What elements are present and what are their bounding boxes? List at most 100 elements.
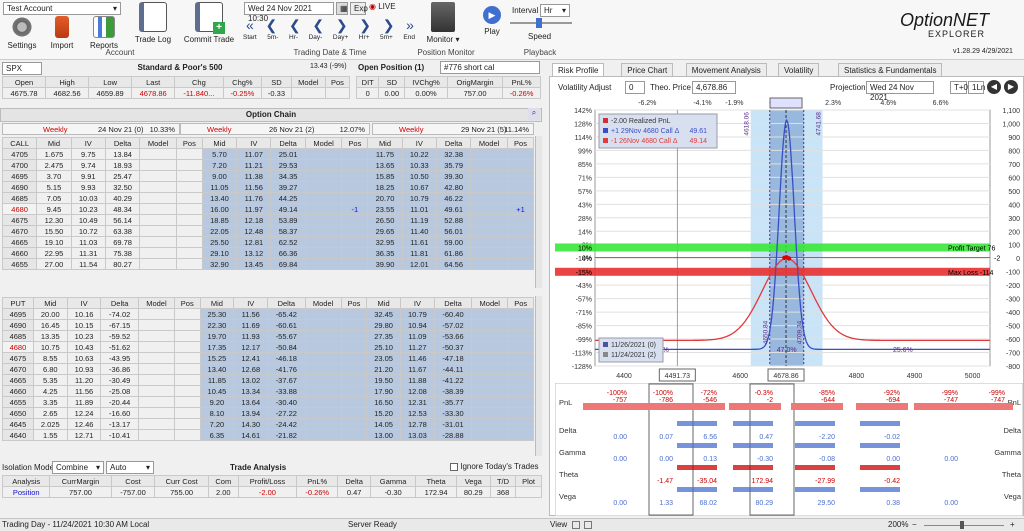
- chain-cell: 25.30: [199, 308, 235, 320]
- next-arrow-icon[interactable]: ▶: [1004, 80, 1018, 94]
- chain-row[interactable]: 4670 15.50 10.72 63.38 22.05 12.48 58.37 29.65 1…: [1, 225, 535, 237]
- chain-row[interactable]: 4680 9.45 10.23 48.34 16.00 11.97 49.14 -1 23.55…: [1, 203, 535, 215]
- tab-volatility[interactable]: Volatility: [778, 63, 820, 77]
- ignore-trades-checkbox[interactable]: Ignore Today's Trades: [450, 462, 539, 471]
- search-icon[interactable]: ⌕: [528, 108, 540, 120]
- greek-value: 0.00: [613, 434, 627, 441]
- greek-value: -1.47: [657, 478, 673, 485]
- chain-cell: 15.20: [366, 407, 401, 419]
- chain-row[interactable]: 4705 1.675 9.75 13.84 5.70 11.07 25.01 11.75 10.…: [1, 148, 535, 160]
- calendar-icon[interactable]: ▦: [336, 2, 348, 15]
- speed-slider-thumb[interactable]: [536, 18, 542, 28]
- greek-value: -0.30: [757, 456, 773, 463]
- chain-cell: [340, 429, 368, 441]
- symbol-field[interactable]: SPX: [2, 62, 42, 75]
- tab-risk-profile[interactable]: Risk Profile: [552, 63, 605, 77]
- exp-button[interactable]: Exp: [350, 2, 368, 15]
- prev-arrow-icon[interactable]: ◀: [987, 80, 1001, 94]
- left-axis-label: -85%: [576, 324, 592, 331]
- tah-cell: Analysis: [1, 475, 51, 487]
- expiry-header[interactable]: Weekly 29 Nov 21 (5) 11.14%: [372, 123, 534, 135]
- chain-row[interactable]: 4655 27.00 11.54 80.27 32.90 13.45 69.84 39.90 1…: [1, 258, 535, 270]
- chain-row[interactable]: 4660 22.95 11.31 75.38 29.10 13.12 66.36 36.35 1…: [1, 247, 535, 259]
- tab-price-chart[interactable]: Price Chart: [621, 63, 674, 77]
- chain-row[interactable]: 4700 2.475 9.74 18.93 7.20 11.21 29.53 13.65 10.…: [1, 159, 535, 171]
- legend-swatch: [603, 128, 608, 133]
- tab-statistics-fundamentals[interactable]: Statistics & Fundamentals: [838, 63, 943, 77]
- chain-row[interactable]: 4675 12.30 10.49 56.14 18.85 12.18 53.89 26.50 1…: [1, 214, 535, 226]
- chain-row[interactable]: 4685 13.35 10.23 -59.52 19.70 11.93 -55.67 27.3…: [2, 330, 534, 342]
- projection-date[interactable]: Wed 24 Nov 2021: [866, 81, 934, 102]
- view-icon-2[interactable]: [584, 521, 592, 529]
- chain-row[interactable]: 4665 19.10 11.03 69.78 25.50 12.81 62.52 32.95 1…: [1, 236, 535, 248]
- greek-value: 80.29: [755, 500, 773, 507]
- interval-select[interactable]: Hr ▾: [540, 4, 570, 17]
- vol-adjust-input[interactable]: 0: [625, 81, 645, 94]
- commit-trade-button[interactable]: + Commit Trade: [182, 2, 236, 44]
- risk-profile-chart[interactable]: 142%128%114%99%85%71%57%43%28%14%0%-14%-…: [555, 96, 1023, 384]
- zoom-slider-thumb[interactable]: [960, 521, 964, 529]
- chain-cell: 32.50: [104, 181, 141, 193]
- chain-col-header: PUT: [2, 297, 34, 309]
- play-button[interactable]: ▶ Play: [480, 6, 504, 36]
- chain-cell: -33.30: [433, 407, 473, 419]
- t0-button[interactable]: T+0: [950, 81, 968, 94]
- expiry-header[interactable]: Weekly 26 Nov 21 (2) 12.07%: [180, 123, 370, 135]
- zoom-slider[interactable]: [924, 525, 1004, 526]
- trade-log-button[interactable]: Trade Log: [133, 2, 173, 44]
- call-scrollbar[interactable]: [535, 136, 542, 288]
- chain-row[interactable]: 4680 10.75 10.43 -51.62 17.35 12.17 -50.84 25.1…: [2, 341, 534, 353]
- chain-row[interactable]: 4660 4.25 11.56 -25.08 10.45 13.34 -33.88 17.90…: [2, 385, 534, 397]
- date-field[interactable]: Wed 24 Nov 2021 10:30: [244, 2, 334, 23]
- chain-row[interactable]: 4645 2.025 12.46 -13.17 7.20 14.30 -24.42 14.05…: [2, 418, 534, 430]
- tab-movement-analysis[interactable]: Movement Analysis: [685, 63, 767, 77]
- chain-row[interactable]: 4685 7.05 10.03 40.29 13.40 11.76 44.25 20.70 10…: [1, 192, 535, 204]
- chain-row[interactable]: 4690 16.45 10.15 -67.15 22.30 11.69 -60.61 29.8…: [2, 319, 534, 331]
- chain-row[interactable]: 4650 2.65 12.24 -16.60 8.10 13.94 -27.22 15.20 1…: [2, 407, 534, 419]
- account-select[interactable]: Test Account ▾: [3, 2, 121, 15]
- chain-cell: [341, 170, 369, 182]
- chain-col-header: Delta: [435, 137, 472, 149]
- auto-select[interactable]: Auto ▾: [106, 461, 154, 474]
- import-button[interactable]: Import: [46, 16, 78, 50]
- chain-cell: 18.85: [201, 214, 238, 226]
- put-scrollbar[interactable]: [535, 296, 542, 456]
- chain-row[interactable]: 4670 6.80 10.93 -36.86 13.40 12.68 -41.76 21.20…: [2, 363, 534, 375]
- 1ln-button[interactable]: 1Ln: [968, 81, 985, 94]
- chain-row[interactable]: 4665 5.35 11.20 -30.49 11.85 13.02 -37.67 19.50…: [2, 374, 534, 386]
- chevron-down-icon: ▾: [112, 4, 117, 13]
- isolation-mode-select[interactable]: Combine ▾: [52, 461, 104, 474]
- chain-cell: [174, 352, 201, 364]
- chain-cell: [137, 319, 176, 331]
- greek-label-left: Vega: [559, 492, 577, 501]
- theo-price-input[interactable]: 4,678.86: [692, 81, 736, 94]
- view-icon-1[interactable]: [572, 521, 580, 529]
- reports-button[interactable]: Reports: [86, 16, 122, 50]
- position-monitor-label: Position Monitor: [417, 48, 475, 57]
- zoom-in-icon[interactable]: +: [1010, 519, 1015, 531]
- ulh-cell: Chg: [174, 76, 224, 88]
- chain-row[interactable]: 4675 8.55 10.63 -43.95 15.25 12.41 -46.18 23.05…: [2, 352, 534, 364]
- zoom-out-icon[interactable]: −: [912, 519, 917, 531]
- chain-cell: [340, 363, 368, 375]
- chain-cell: 11.81: [401, 247, 437, 259]
- settings-label: Settings: [7, 41, 37, 50]
- m5-label: 5m-: [267, 34, 279, 41]
- position-select[interactable]: #776 short cal: [440, 61, 540, 74]
- chain-col-header: Delta: [270, 137, 306, 149]
- expiry-header[interactable]: Weekly 24 Nov 21 (0) 10.33%: [2, 123, 180, 135]
- chain-row[interactable]: 4695 20.00 10.16 -74.02 25.30 11.56 -65.42 32.4…: [2, 308, 534, 320]
- live-indicator[interactable]: ◉ LIVE: [369, 2, 396, 11]
- chain-cell: [471, 330, 509, 342]
- sd-price-label: 4618.06: [744, 112, 751, 136]
- chain-cell: 64.56: [435, 258, 472, 270]
- chain-row[interactable]: 4655 3.35 11.89 -20.44 9.20 13.64 -30.40 16.50 1…: [2, 396, 534, 408]
- chain-row[interactable]: 4690 5.15 9.93 32.50 11.05 11.56 39.27 18.25 10.…: [1, 181, 535, 193]
- chain-cell: 10.45: [199, 385, 235, 397]
- settings-button[interactable]: Settings: [5, 16, 39, 50]
- chain-cell: 23.55: [367, 203, 403, 215]
- monitor-button[interactable]: Monitor ▾: [426, 2, 460, 44]
- chain-row[interactable]: 4640 1.55 12.71 -10.41 6.35 14.61 -21.82 13.00 1…: [2, 429, 534, 441]
- chain-cell: 59.00: [435, 236, 472, 248]
- chain-row[interactable]: 4695 3.70 9.91 25.47 9.00 11.38 34.35 15.85 10.5…: [1, 170, 535, 182]
